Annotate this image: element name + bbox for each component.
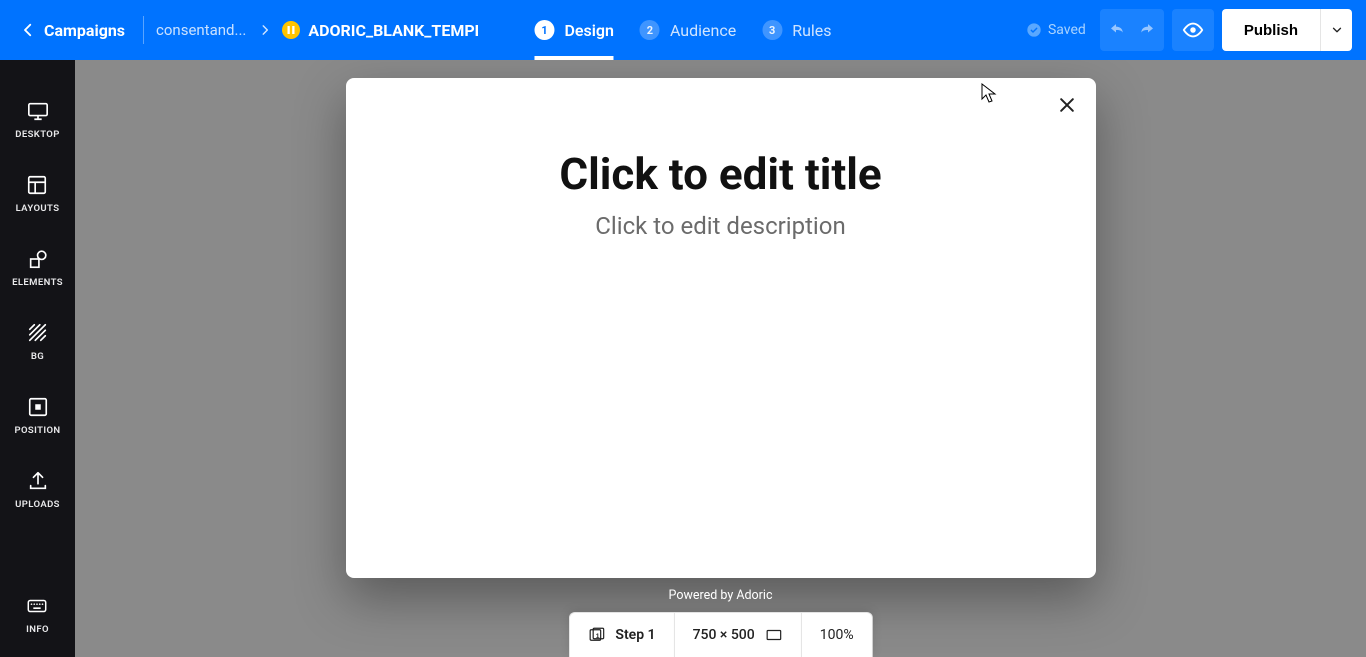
uploads-icon bbox=[27, 470, 49, 492]
sidebar-item-elements[interactable]: ELEMENTS bbox=[12, 248, 63, 288]
saved-status: Saved bbox=[1026, 22, 1086, 38]
layouts-icon bbox=[26, 174, 48, 196]
keyboard-icon bbox=[26, 595, 48, 617]
sidebar-item-label: BG bbox=[31, 351, 44, 362]
sidebar-item-layouts[interactable]: LAYOUTS bbox=[16, 174, 60, 214]
elements-icon bbox=[27, 248, 49, 270]
separator bbox=[143, 16, 144, 44]
eye-icon bbox=[1182, 19, 1204, 41]
position-icon bbox=[27, 396, 49, 418]
desktop-icon bbox=[27, 100, 49, 122]
publish-button[interactable]: Publish bbox=[1222, 9, 1320, 51]
publish-button-group: Publish bbox=[1222, 9, 1352, 51]
step-number: 3 bbox=[762, 20, 782, 40]
step-rules[interactable]: 3 Rules bbox=[762, 0, 831, 60]
step-label: Rules bbox=[792, 21, 831, 40]
saved-label: Saved bbox=[1048, 22, 1086, 38]
powered-by-label[interactable]: Powered by Adoric bbox=[669, 588, 773, 603]
zoom-control[interactable]: 100% bbox=[802, 613, 872, 657]
sidebar-item-label: UPLOADS bbox=[15, 499, 60, 510]
top-bar: Campaigns consentand... ADORIC_BLANK_TEM… bbox=[0, 0, 1366, 60]
left-sidebar: DESKTOP LAYOUTS ELEMENTS BG POSITION UPL… bbox=[0, 60, 75, 657]
bg-icon bbox=[27, 322, 49, 344]
sidebar-item-label: DESKTOP bbox=[15, 129, 60, 140]
sidebar-item-label: INFO bbox=[26, 624, 49, 635]
zoom-label: 100% bbox=[820, 627, 854, 643]
redo-button[interactable] bbox=[1132, 9, 1164, 51]
chevron-right-icon bbox=[256, 21, 274, 39]
popup-title[interactable]: Click to edit title bbox=[346, 148, 1096, 200]
breadcrumb-project[interactable]: consentand... bbox=[156, 21, 246, 39]
sidebar-item-info[interactable]: INFO bbox=[26, 595, 49, 635]
sidebar-item-label: ELEMENTS bbox=[12, 277, 63, 288]
canvas-area[interactable]: Click to edit title Click to edit descri… bbox=[75, 60, 1366, 657]
chevron-left-icon bbox=[19, 21, 37, 39]
close-button[interactable] bbox=[1054, 92, 1080, 118]
workflow-steps: 1 Design 2 Audience 3 Rules bbox=[534, 0, 831, 60]
sidebar-item-uploads[interactable]: UPLOADS bbox=[15, 470, 60, 510]
chevron-down-icon bbox=[1330, 23, 1344, 37]
popup-description[interactable]: Click to edit description bbox=[346, 212, 1096, 240]
sidebar-item-desktop[interactable]: DESKTOP bbox=[15, 100, 60, 140]
close-icon bbox=[1057, 95, 1077, 115]
step-number: 1 bbox=[534, 20, 554, 40]
sidebar-item-position[interactable]: POSITION bbox=[14, 396, 60, 436]
publish-dropdown-button[interactable] bbox=[1320, 9, 1352, 51]
step-number: 2 bbox=[640, 20, 660, 40]
step-label: Step 1 bbox=[615, 627, 655, 643]
preview-button[interactable] bbox=[1172, 9, 1214, 51]
breadcrumb-template[interactable]: ADORIC_BLANK_TEMPL bbox=[308, 21, 478, 40]
dimensions-control[interactable]: 750 × 500 bbox=[675, 613, 801, 657]
undo-button[interactable] bbox=[1100, 9, 1132, 51]
status-dot-paused-icon bbox=[282, 21, 300, 39]
undo-redo-group bbox=[1100, 9, 1164, 51]
back-button[interactable] bbox=[14, 16, 42, 44]
check-circle-icon bbox=[1026, 22, 1042, 38]
undo-icon bbox=[1106, 20, 1126, 40]
step-icon: 1 bbox=[587, 626, 605, 644]
step-design[interactable]: 1 Design bbox=[534, 0, 613, 60]
sidebar-item-bg[interactable]: BG bbox=[27, 322, 49, 362]
sidebar-item-label: POSITION bbox=[14, 425, 60, 436]
popup-canvas[interactable]: Click to edit title Click to edit descri… bbox=[346, 78, 1096, 578]
step-label: Design bbox=[564, 21, 613, 40]
step-label: Audience bbox=[670, 21, 736, 40]
step-audience[interactable]: 2 Audience bbox=[640, 0, 736, 60]
bottom-toolbar: 1 Step 1 750 × 500 100% bbox=[568, 612, 872, 657]
redo-icon bbox=[1138, 20, 1158, 40]
header-actions: Saved Publish bbox=[1026, 9, 1352, 51]
sidebar-item-label: LAYOUTS bbox=[16, 203, 60, 214]
breadcrumb-campaigns[interactable]: Campaigns bbox=[44, 21, 125, 40]
dimensions-label: 750 × 500 bbox=[693, 627, 755, 643]
svg-text:1: 1 bbox=[595, 633, 599, 640]
step-selector[interactable]: 1 Step 1 bbox=[569, 613, 673, 657]
rectangle-icon bbox=[765, 626, 783, 644]
